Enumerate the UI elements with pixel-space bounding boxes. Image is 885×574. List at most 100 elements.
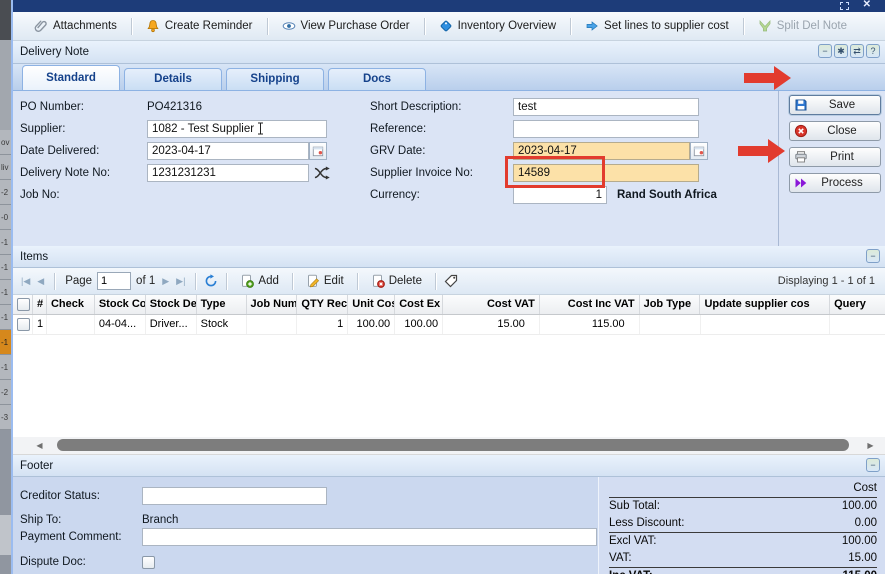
prev-page-icon[interactable]: ◀ bbox=[35, 276, 46, 287]
col-update-supplier-cost[interactable]: Update supplier cos bbox=[700, 295, 830, 314]
tab-shipping[interactable]: Shipping bbox=[226, 68, 324, 90]
calendar-icon bbox=[312, 145, 324, 157]
date-delivered-calendar-button[interactable] bbox=[309, 142, 327, 160]
tab-details[interactable]: Details bbox=[124, 68, 222, 90]
date-delivered-input[interactable] bbox=[147, 142, 309, 160]
scroll-left-icon[interactable]: ◀ bbox=[31, 437, 48, 454]
close-button[interactable]: Close bbox=[789, 121, 881, 141]
creditor-status-input[interactable] bbox=[142, 487, 327, 505]
toolbar-label: Split Del Note bbox=[777, 20, 847, 32]
col-select-all[interactable] bbox=[13, 295, 33, 314]
horizontal-scrollbar[interactable]: ◀ ▶ bbox=[13, 437, 885, 455]
delivery-note-header: Delivery Note − ✱ ⇄ ? bbox=[13, 41, 885, 64]
col-check[interactable]: Check bbox=[47, 295, 95, 314]
add-line-button[interactable]: Add bbox=[235, 272, 283, 290]
arrow-right-icon bbox=[585, 19, 599, 33]
supplier-label: Supplier: bbox=[20, 120, 65, 138]
last-page-icon[interactable]: ▶| bbox=[174, 276, 187, 287]
subtotal-value: 100.00 bbox=[842, 499, 877, 514]
generate-number-button[interactable] bbox=[313, 164, 333, 182]
col-cost-ex-vat[interactable]: Cost Ex V bbox=[395, 295, 443, 314]
row-checkbox[interactable] bbox=[17, 318, 30, 331]
collapse-items-button[interactable]: − bbox=[866, 249, 880, 263]
top-toolbar: Attachments Create Reminder View Purchas… bbox=[13, 12, 885, 41]
col-qty-received[interactable]: QTY Rece bbox=[297, 295, 348, 314]
table-row[interactable]: 1 04-04... Driver... Stock 1 100.00 100.… bbox=[13, 315, 885, 335]
maximize-icon[interactable] bbox=[840, 2, 849, 10]
less-discount-value: 0.00 bbox=[855, 516, 877, 531]
save-button[interactable]: Save bbox=[789, 95, 881, 115]
minimize-panel-button[interactable]: − bbox=[818, 44, 832, 58]
subtotal-label: Sub Total: bbox=[609, 499, 660, 514]
settings-button[interactable]: ✱ bbox=[834, 44, 848, 58]
ship-to-label: Ship To: bbox=[20, 511, 61, 529]
reference-input[interactable] bbox=[513, 120, 699, 138]
col-query[interactable]: Query bbox=[830, 295, 885, 314]
create-reminder-button[interactable]: Create Reminder bbox=[137, 16, 262, 36]
first-page-icon[interactable]: |◀ bbox=[19, 276, 32, 287]
toolbar-label: Create Reminder bbox=[165, 20, 253, 32]
subtotal-row: Sub Total: 100.00 bbox=[609, 498, 877, 515]
strip-fragment: -1 bbox=[0, 305, 11, 330]
dispute-doc-checkbox[interactable] bbox=[142, 556, 155, 569]
strip-fragment: -1 bbox=[0, 255, 11, 280]
inventory-overview-button[interactable]: Inventory Overview bbox=[430, 16, 565, 36]
delivery-note-no-input[interactable] bbox=[147, 164, 309, 182]
col-stock-code[interactable]: Stock Cod bbox=[95, 295, 146, 314]
process-button[interactable]: Process bbox=[789, 173, 881, 193]
col-stock-desc[interactable]: Stock Des bbox=[146, 295, 197, 314]
col-unit-cost[interactable]: Unit Cost bbox=[348, 295, 395, 314]
footer-body: Creditor Status: Ship To: Branch Payment… bbox=[13, 477, 885, 574]
col-cost-vat[interactable]: Cost VAT bbox=[443, 295, 540, 314]
close-icon bbox=[794, 124, 808, 138]
help-button[interactable]: ? bbox=[866, 44, 880, 58]
less-discount-row: Less Discount: 0.00 bbox=[609, 515, 877, 533]
scroll-right-icon[interactable]: ▶ bbox=[862, 437, 879, 454]
tag-icon[interactable] bbox=[444, 274, 458, 288]
page-number-input[interactable] bbox=[97, 272, 131, 290]
print-button[interactable]: Print bbox=[789, 147, 881, 167]
view-purchase-order-button[interactable]: View Purchase Order bbox=[273, 16, 419, 36]
cell-cost-ex-vat: 100.00 bbox=[395, 315, 443, 334]
col-job-type[interactable]: Job Type bbox=[640, 295, 701, 314]
col-rownum[interactable]: # bbox=[33, 295, 47, 314]
split-icon bbox=[758, 19, 772, 33]
delete-line-button[interactable]: Delete bbox=[366, 272, 427, 290]
collapse-footer-button[interactable]: − bbox=[866, 458, 880, 472]
set-lines-supplier-cost-button[interactable]: Set lines to supplier cost bbox=[576, 16, 738, 36]
close-window-icon[interactable]: ✕ bbox=[863, 0, 871, 11]
edit-line-button[interactable]: Edit bbox=[301, 272, 349, 290]
grv-date-calendar-button[interactable] bbox=[690, 142, 708, 160]
page-count-label: of 1 bbox=[134, 275, 157, 287]
col-job-number[interactable]: Job Numb bbox=[247, 295, 298, 314]
payment-comment-input[interactable] bbox=[142, 528, 597, 546]
grid-empty-area bbox=[13, 335, 885, 437]
excl-vat-row: Excl VAT: 100.00 bbox=[609, 533, 877, 550]
supplier-input[interactable] bbox=[147, 120, 327, 138]
short-description-input[interactable] bbox=[513, 98, 699, 116]
col-cost-inc-vat[interactable]: Cost Inc VAT bbox=[540, 295, 640, 314]
strip-fragment: -0 bbox=[0, 205, 11, 230]
tab-standard[interactable]: Standard bbox=[22, 65, 120, 90]
save-icon bbox=[794, 98, 808, 112]
delivery-note-no-label: Delivery Note No: bbox=[20, 164, 110, 182]
scrollbar-thumb[interactable] bbox=[57, 439, 849, 451]
cell-stock-desc: Driver... bbox=[146, 315, 197, 334]
cell-job-type bbox=[640, 315, 701, 334]
strip-bottom bbox=[0, 430, 11, 574]
eye-icon bbox=[282, 19, 296, 33]
printer-icon bbox=[794, 150, 808, 164]
refresh-panel-button[interactable]: ⇄ bbox=[850, 44, 864, 58]
next-page-icon[interactable]: ▶ bbox=[160, 276, 171, 287]
col-type[interactable]: Type bbox=[197, 295, 247, 314]
toolbar-separator bbox=[195, 273, 196, 290]
attachments-button[interactable]: Attachments bbox=[25, 16, 126, 36]
tab-docs[interactable]: Docs bbox=[328, 68, 426, 90]
creditor-status-label: Creditor Status: bbox=[20, 487, 100, 505]
select-all-checkbox[interactable] bbox=[17, 298, 30, 311]
panel-title: Delivery Note bbox=[20, 46, 89, 58]
refresh-icon[interactable] bbox=[204, 274, 218, 288]
currency-input[interactable] bbox=[513, 186, 607, 204]
text-cursor bbox=[257, 122, 264, 135]
close-label: Close bbox=[808, 125, 876, 137]
